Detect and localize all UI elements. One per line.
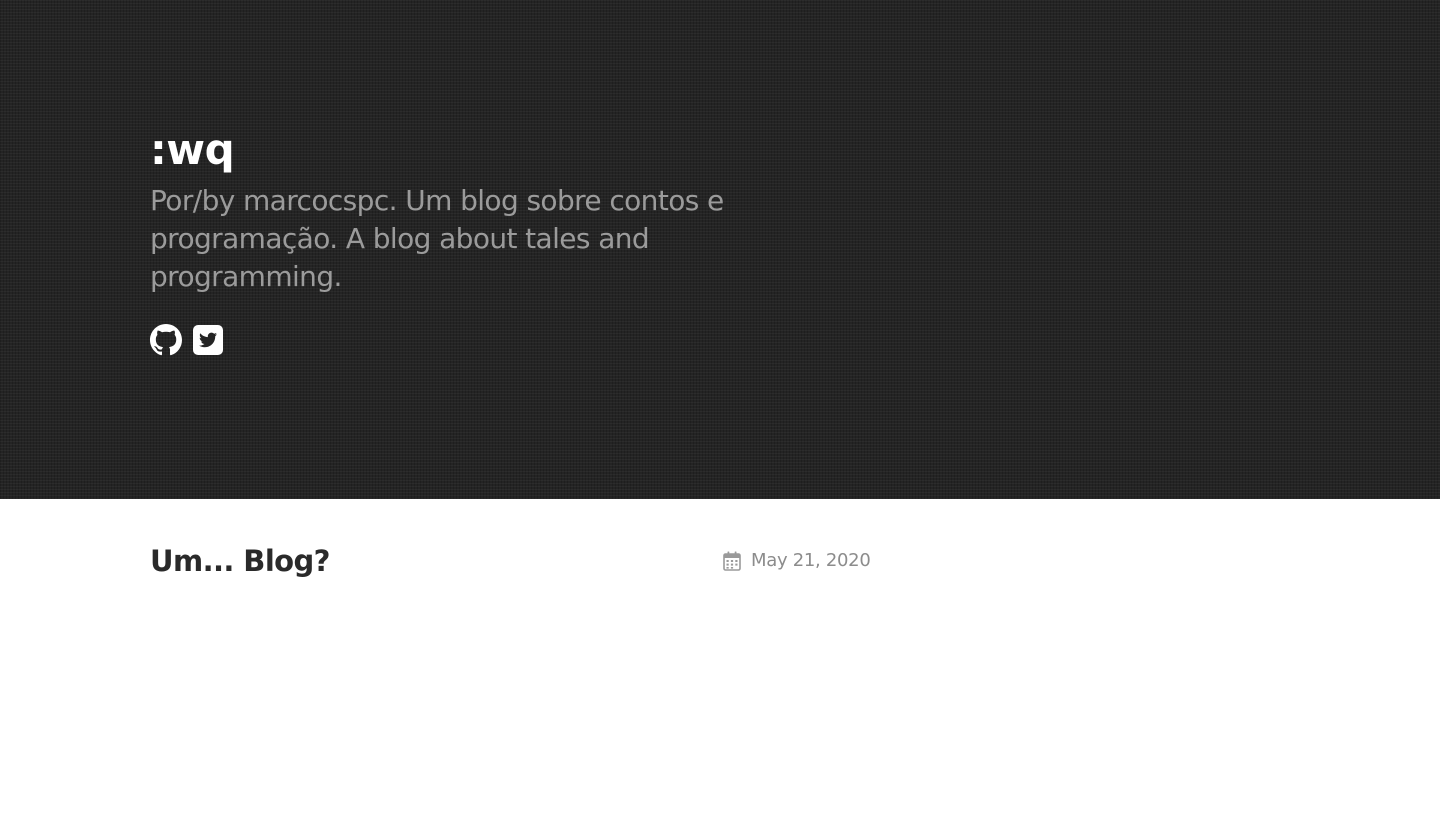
calendar-icon xyxy=(723,551,741,571)
twitter-link[interactable] xyxy=(192,324,224,356)
site-description: Por/by marcocspc. Um blog sobre contos e… xyxy=(150,184,724,293)
post-list: Um... Blog? May 21, 2020 xyxy=(0,499,1440,625)
list-item: Um... Blog? May 21, 2020 xyxy=(0,499,1440,625)
github-link[interactable] xyxy=(150,324,182,356)
post-title-link[interactable]: Um... Blog? xyxy=(150,541,330,581)
social-links xyxy=(150,324,224,356)
post-meta: May 21, 2020 xyxy=(723,549,871,573)
github-icon xyxy=(150,324,182,356)
post-date: May 21, 2020 xyxy=(751,550,871,571)
site-header: :wq Por/by marcocspc. Um blog sobre cont… xyxy=(0,0,1440,499)
site-title[interactable]: :wq xyxy=(150,124,235,176)
twitter-icon xyxy=(193,325,223,355)
